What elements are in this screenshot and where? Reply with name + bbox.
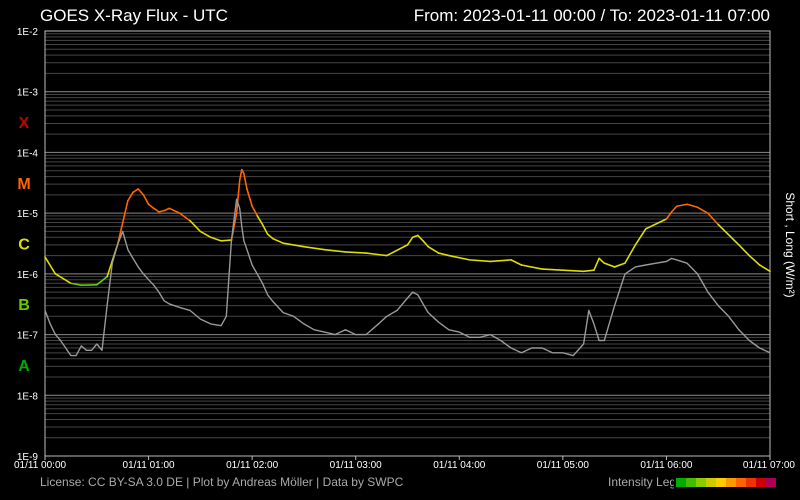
- xray-flux-chart: 1E-21E-31E-41E-51E-61E-71E-81E-9XMCBA01/…: [14, 27, 797, 471]
- series-long-segment: [238, 168, 243, 181]
- series-long-segment: [427, 245, 440, 254]
- series-long-segment: [261, 223, 269, 235]
- series-long-segment: [246, 188, 253, 208]
- series-long-segment: [272, 237, 285, 244]
- series-long-segment: [44, 256, 57, 275]
- series-long-segment: [510, 259, 523, 266]
- series-long-segment: [748, 254, 761, 266]
- series-long-segment: [163, 207, 171, 212]
- x-tick-label: 01/11 06:00: [640, 460, 693, 471]
- legend-swatch: [766, 478, 776, 487]
- series-long-segment: [489, 259, 512, 263]
- series-long-segment: [266, 233, 274, 240]
- series-long-segment: [562, 269, 585, 273]
- series-long-segment: [406, 236, 414, 246]
- credits-text: License: CC BY-SA 3.0 DE | Plot by Andre…: [40, 475, 404, 489]
- series-long-segment: [199, 230, 212, 239]
- y-tick-label: 1E-5: [17, 209, 39, 220]
- series-long-segment: [152, 207, 160, 213]
- series-long-segment: [168, 207, 181, 214]
- intensity-legend-label: Intensity Legend: [608, 475, 674, 489]
- legend-swatch: [706, 478, 716, 487]
- series-long-segment: [541, 268, 564, 271]
- legend-swatch: [676, 478, 686, 487]
- series-long-segment: [520, 264, 543, 270]
- y-tick-label: 1E-7: [17, 331, 39, 342]
- series-long-segment: [686, 203, 699, 209]
- x-tick-label: 01/11 00:00: [14, 460, 67, 471]
- series-long-segment: [624, 244, 637, 264]
- series-long-segment: [142, 194, 150, 206]
- series-long-segment: [417, 234, 424, 242]
- series-long-segment: [448, 254, 471, 261]
- intensity-legend-bar: [676, 478, 776, 487]
- y-tick-label: 1E-8: [17, 391, 39, 402]
- flare-class-a: A: [18, 358, 30, 375]
- series-long-segment: [323, 248, 347, 253]
- y-tick-label: 1E-6: [17, 270, 39, 281]
- x-tick-label: 01/11 05:00: [537, 460, 590, 471]
- legend-swatch: [686, 478, 696, 487]
- series-long-segment: [670, 205, 678, 213]
- flare-class-c: C: [18, 237, 30, 254]
- series-long-segment: [598, 257, 606, 264]
- series-long-segment: [344, 251, 367, 254]
- series-long-segment: [468, 259, 492, 263]
- series-long-segment: [644, 218, 668, 230]
- series-long-segment: [303, 245, 326, 251]
- series-long-segment: [675, 203, 688, 208]
- series-long-segment: [593, 257, 600, 271]
- x-tick-label: 01/11 04:00: [433, 460, 486, 471]
- series-long-segment: [385, 244, 409, 257]
- series-long-segment: [696, 206, 709, 214]
- y-tick-label: 1E-4: [17, 148, 39, 159]
- x-tick-label: 01/11 07:00: [743, 460, 796, 471]
- series-long-segment: [582, 269, 595, 273]
- legend-swatch: [736, 478, 746, 487]
- series-long-segment: [54, 273, 72, 285]
- flare-class-m: M: [17, 176, 30, 193]
- series-long-segment: [137, 188, 145, 196]
- series-long-segment: [209, 236, 222, 242]
- legend-swatch: [696, 478, 706, 487]
- series-long-segment: [127, 191, 134, 202]
- series-long-segment: [603, 262, 616, 268]
- series-long-segment: [251, 205, 259, 217]
- y-tick-label: 1E-3: [17, 88, 39, 99]
- x-tick-label: 01/11 02:00: [226, 460, 279, 471]
- series-long-segment: [220, 239, 233, 242]
- y-axis-label: Short , Long (W/m²): [783, 192, 797, 297]
- legend-swatch: [756, 478, 766, 487]
- flare-class-x: X: [19, 115, 30, 132]
- legend-swatch: [716, 478, 726, 487]
- series-long-segment: [132, 188, 140, 194]
- y-tick-label: 1E-2: [17, 27, 39, 38]
- x-tick-label: 01/11 03:00: [330, 460, 383, 471]
- series-long-segment: [147, 203, 155, 210]
- legend-swatch: [746, 478, 756, 487]
- series-long-segment: [758, 264, 771, 273]
- series-long-segment: [243, 172, 248, 190]
- series-long-segment: [178, 212, 191, 222]
- x-tick-label: 01/11 01:00: [123, 460, 176, 471]
- series-long-segment: [613, 262, 626, 268]
- series-long-segment: [256, 215, 264, 226]
- series-long-segment: [738, 244, 751, 257]
- series-long-segment: [422, 240, 430, 248]
- legend-swatch: [726, 478, 736, 487]
- flare-class-b: B: [18, 297, 30, 314]
- series-long-segment: [717, 223, 740, 246]
